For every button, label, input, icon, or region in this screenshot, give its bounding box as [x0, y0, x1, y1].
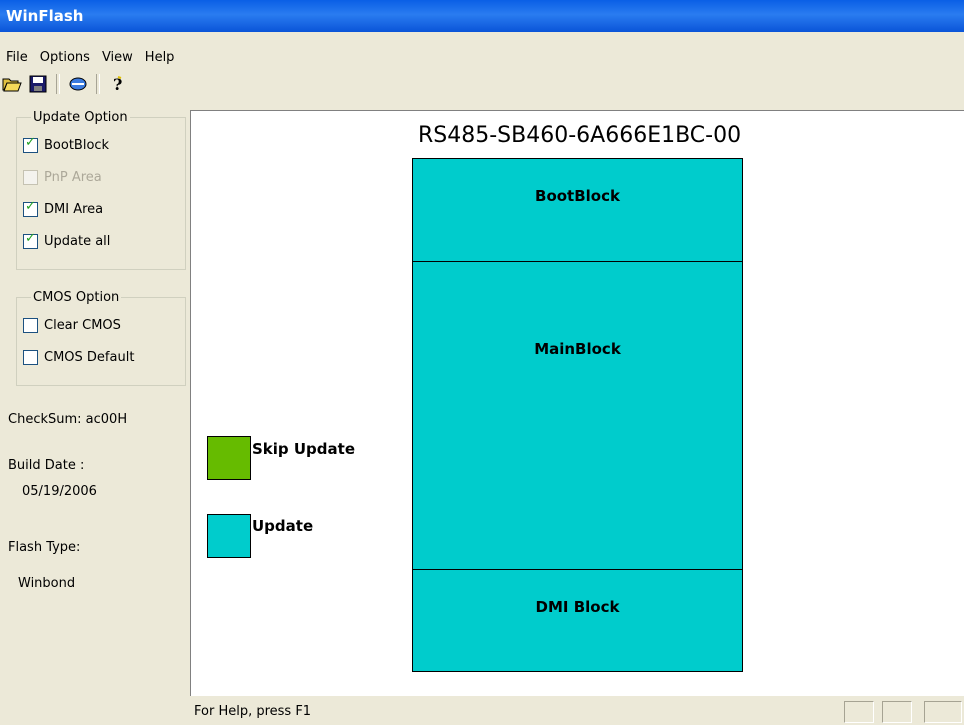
- checkbox-box[interactable]: [23, 199, 38, 217]
- cmos-default-label: CMOS Default: [44, 349, 135, 365]
- toolbar: ?: [0, 70, 964, 98]
- flash-map-canvas: RS485-SB460-6A666E1BC-00 BootBlock MainB…: [190, 110, 964, 696]
- bootblock-region-label: BootBlock: [535, 187, 620, 205]
- menu-options[interactable]: Options: [34, 50, 96, 65]
- pnp-area-checkbox: PnP Area: [23, 161, 179, 193]
- flash-type-value: Winbond: [18, 576, 76, 591]
- bootblock-label: BootBlock: [44, 137, 110, 153]
- status-text: For Help, press F1: [194, 704, 312, 719]
- build-date-label: Build Date :: [8, 458, 85, 473]
- toolbar-separator: [56, 74, 60, 94]
- dmi-area-label: DMI Area: [44, 201, 104, 217]
- flash-icon[interactable]: [66, 73, 90, 95]
- toolbar-separator: [96, 74, 100, 94]
- dmi-block-region-label: DMI Block: [535, 598, 620, 616]
- update-option-group: Update Option BootBlock PnP Area DMI Are…: [16, 110, 186, 270]
- cmos-option-legend: CMOS Option: [33, 290, 120, 305]
- checksum-value: ac00H: [85, 412, 128, 427]
- window-title: WinFlash: [6, 7, 84, 25]
- status-bar: For Help, press F1: [190, 698, 964, 725]
- left-panel: Update Option BootBlock PnP Area DMI Are…: [8, 110, 190, 700]
- build-date-value: 05/19/2006: [22, 484, 97, 499]
- update-all-label: Update all: [44, 233, 111, 249]
- dmi-block-region: DMI Block: [412, 569, 743, 672]
- chip-title: RS485-SB460-6A666E1BC-00: [418, 123, 742, 148]
- dmi-area-checkbox[interactable]: DMI Area: [23, 193, 179, 225]
- status-panel: [844, 701, 874, 723]
- clear-cmos-checkbox[interactable]: Clear CMOS: [23, 309, 179, 341]
- skip-update-swatch: [207, 436, 251, 480]
- checksum-label: CheckSum:: [8, 412, 82, 427]
- checkbox-box[interactable]: [23, 349, 38, 365]
- status-panel: [924, 701, 962, 723]
- checkbox-box[interactable]: [23, 135, 38, 153]
- update-all-checkbox[interactable]: Update all: [23, 225, 179, 257]
- cmos-default-checkbox[interactable]: CMOS Default: [23, 341, 179, 373]
- pnp-area-label: PnP Area: [44, 169, 102, 185]
- checksum-row: CheckSum: ac00H: [8, 412, 127, 427]
- mainblock-region-label: MainBlock: [534, 340, 621, 358]
- clear-cmos-label: Clear CMOS: [44, 317, 121, 333]
- update-option-legend: Update Option: [33, 110, 128, 125]
- menu-bar: File Options View Help: [0, 46, 964, 68]
- update-label: Update: [252, 517, 314, 535]
- open-folder-icon[interactable]: [0, 73, 24, 95]
- skip-update-label: Skip Update: [252, 440, 356, 458]
- cmos-option-group: CMOS Option Clear CMOS CMOS Default: [16, 290, 186, 386]
- save-icon[interactable]: [26, 73, 50, 95]
- checkbox-box[interactable]: [23, 317, 38, 333]
- title-bar: WinFlash: [0, 0, 964, 32]
- menu-view[interactable]: View: [96, 50, 139, 65]
- bootblock-region: BootBlock: [412, 158, 743, 262]
- checkbox-box: [23, 169, 38, 185]
- bootblock-checkbox[interactable]: BootBlock: [23, 129, 179, 161]
- menu-file[interactable]: File: [0, 50, 34, 65]
- checkbox-box[interactable]: [23, 231, 38, 249]
- update-swatch: [207, 514, 251, 558]
- help-icon[interactable]: ?: [106, 73, 130, 95]
- status-panel: [882, 701, 912, 723]
- menu-help[interactable]: Help: [139, 50, 181, 65]
- flash-type-label: Flash Type:: [8, 540, 81, 555]
- mainblock-region: MainBlock: [412, 261, 743, 570]
